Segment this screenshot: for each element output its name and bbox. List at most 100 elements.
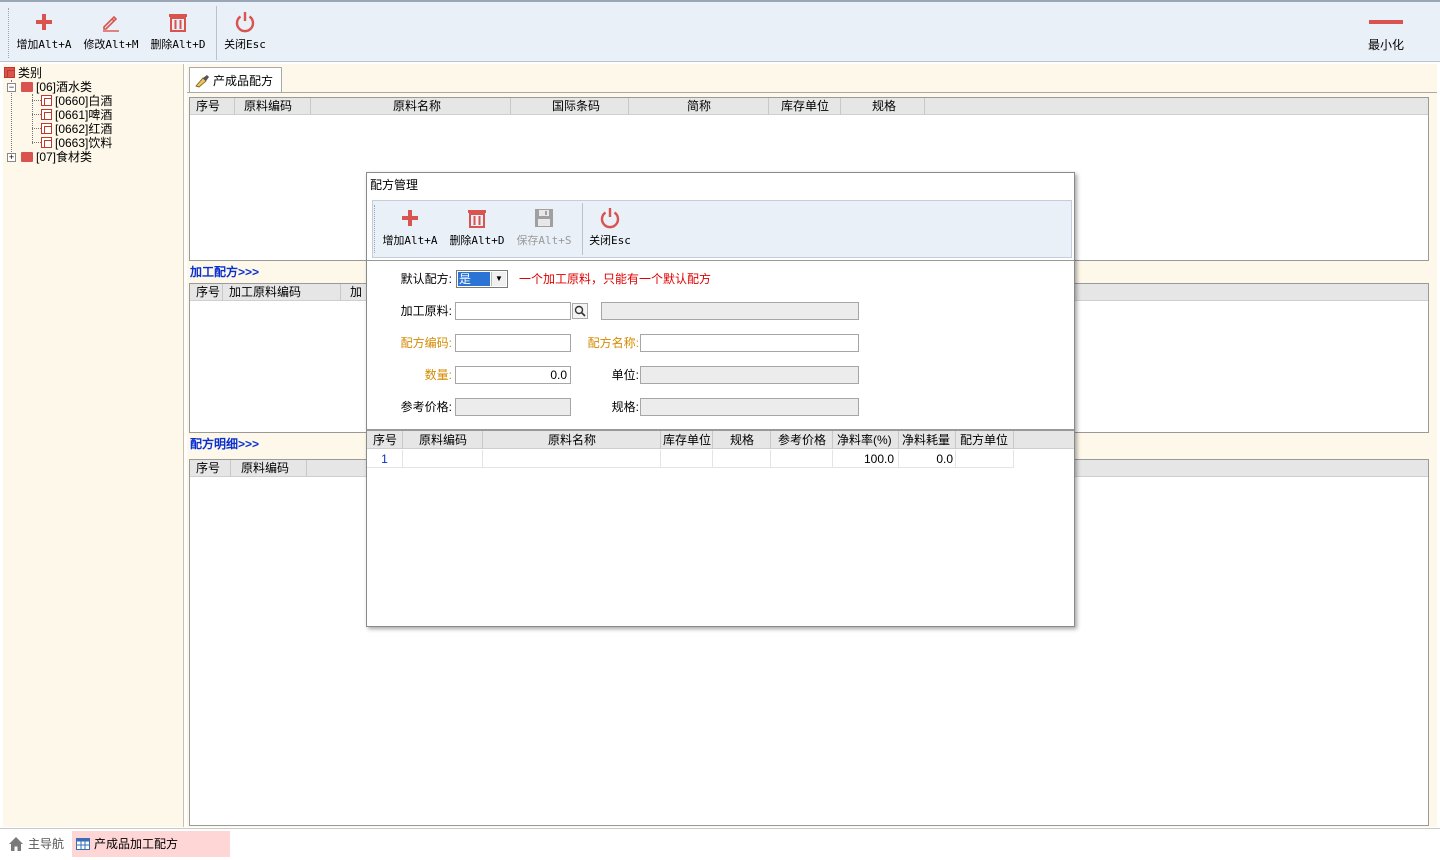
tab-product-processing-recipe[interactable]: 产成品加工配方 (72, 831, 230, 857)
column-header: 规格 (730, 433, 755, 447)
power-icon (235, 12, 255, 33)
column-separator (306, 460, 307, 477)
tree-item-0662[interactable]: [0662]红酒 (41, 122, 112, 136)
edit-button[interactable]: 修改Alt+M (81, 8, 141, 60)
grid-header: 序号 原料编码 原料名称 国际条码 简称 库存单位 规格 (190, 98, 1428, 115)
minimize-button[interactable]: 最小化 (1360, 8, 1412, 60)
recipe-code-input[interactable] (455, 334, 571, 352)
column-separator (712, 431, 713, 449)
column-separator (222, 284, 223, 301)
quantity-input[interactable]: 0.0 (455, 366, 571, 384)
column-header: 序号 (196, 461, 221, 475)
column-header: 序号 (373, 433, 398, 447)
grid-header: 序号 原料编码 原料名称 库存单位 规格 参考价格 净料率(%) 净料耗量 配方… (367, 431, 1074, 449)
column-header: 原料编码 (241, 461, 290, 475)
recipe-name-label: 配方名称: (587, 336, 639, 350)
column-header: 国际条码 (552, 99, 601, 113)
default-recipe-hint: 一个加工原料，只能有一个默认配方 (519, 272, 712, 286)
expand-toggle-07[interactable]: + (7, 153, 16, 162)
material-name-field (601, 302, 859, 320)
tree-item-0663[interactable]: [0663]饮料 (41, 136, 112, 150)
tree-item-label: [06]酒水类 (36, 80, 93, 94)
cell-recipe-unit[interactable] (956, 450, 1014, 468)
dialog-delete-button[interactable]: 删除Alt+D (447, 204, 507, 256)
tree-connector (32, 100, 41, 101)
processing-recipe-section: 加工配方>>> (190, 265, 260, 279)
subcategory-icon (41, 109, 52, 120)
dialog-close-button[interactable]: 关闭Esc (586, 204, 634, 256)
row-number: 1 (367, 450, 403, 468)
minimize-icon (1369, 20, 1403, 24)
table-icon (76, 838, 90, 850)
column-separator (234, 98, 235, 115)
dialog-save-button[interactable]: 保存Alt+S (514, 204, 574, 256)
cell-spec[interactable] (713, 450, 771, 468)
delete-button[interactable]: 删除Alt+D (148, 8, 208, 60)
dialog-title: 配方管理 (367, 173, 1074, 197)
column-separator (628, 98, 629, 115)
active-tab-label: 产成品加工配方 (94, 837, 179, 851)
recipe-ingredient-grid[interactable]: 序号 原料编码 原料名称 库存单位 规格 参考价格 净料率(%) 净料耗量 配方… (367, 429, 1074, 626)
tree-item-label: [0663]饮料 (55, 136, 113, 150)
cell-code[interactable] (403, 450, 483, 468)
cell-net-consume[interactable]: 0.0 (899, 450, 956, 468)
default-recipe-select[interactable]: 是 ▼ (456, 270, 508, 288)
tree-root[interactable]: 类别 (4, 66, 42, 80)
dialog-toolbar: 增加Alt+A 删除Alt+D 保存Alt+S 关闭Esc (372, 200, 1072, 258)
tree-item-07[interactable]: [07]食材类 (21, 150, 92, 164)
column-separator (768, 98, 769, 115)
column-header: 简称 (687, 99, 712, 113)
main-toolbar: 增加Alt+A 修改Alt+M 删除Alt+D 关闭Esc 最小化 (0, 0, 1440, 62)
tree-connector (32, 142, 41, 143)
edit-button-label: 修改Alt+M (83, 38, 139, 51)
home-tab-label: 主导航 (28, 837, 65, 851)
tab-label: 产成品配方 (213, 73, 274, 88)
tree-item-0660[interactable]: [0660]白酒 (41, 94, 112, 108)
cell-name[interactable] (483, 450, 661, 468)
column-separator (230, 460, 231, 477)
bottom-tab-bar: 主导航 产成品加工配方 (0, 828, 1440, 860)
subcategory-icon (41, 95, 52, 106)
search-icon (574, 305, 586, 317)
chevron-down-icon[interactable]: ▼ (491, 272, 506, 286)
cell-price[interactable] (771, 450, 833, 468)
column-separator (840, 98, 841, 115)
column-separator (402, 431, 403, 449)
column-header: 加 (350, 285, 363, 299)
plus-icon (36, 14, 52, 30)
spec-label: 规格: (611, 400, 639, 414)
material-code-input[interactable] (455, 302, 571, 320)
unit-label: 单位: (611, 368, 639, 382)
recipe-form: 默认配方: 是 ▼ 一个加工原料，只能有一个默认配方 加工原料: 配方编码: 配… (367, 260, 1074, 428)
tree-item-0661[interactable]: [0661]啤酒 (41, 108, 112, 122)
subcategory-icon (41, 137, 52, 148)
dialog-add-button[interactable]: 增加Alt+A (380, 204, 440, 256)
tree-item-06[interactable]: [06]酒水类 (21, 80, 92, 94)
cell-net-rate[interactable]: 100.0 (833, 450, 899, 468)
toolbar-grip (8, 8, 10, 58)
reference-price-label: 参考价格: (400, 400, 452, 414)
cell-unit[interactable] (661, 450, 713, 468)
add-button[interactable]: 增加Alt+A (14, 8, 74, 60)
brush-icon (195, 74, 209, 87)
column-header: 净料率(%) (837, 433, 892, 447)
default-recipe-value: 是 (457, 271, 491, 287)
tree-item-label: [0662]红酒 (55, 122, 113, 136)
column-separator (482, 431, 483, 449)
close-button[interactable]: 关闭Esc (221, 8, 269, 60)
recipe-detail-section: 配方明细>>> (190, 437, 260, 451)
expand-toggle-06[interactable]: − (7, 83, 16, 92)
save-icon (535, 209, 553, 227)
toolbar-separator (216, 6, 217, 60)
reference-price-field (455, 398, 571, 416)
material-search-button[interactable] (572, 303, 588, 319)
tab-home-navigation[interactable]: 主导航 (4, 831, 70, 857)
pencil-icon (103, 15, 119, 32)
column-header: 序号 (196, 285, 221, 299)
tree-item-label: [0661]啤酒 (55, 108, 113, 122)
material-label: 加工原料: (400, 304, 452, 318)
recipe-name-input[interactable] (640, 334, 859, 352)
tab-product-recipe[interactable]: 产成品配方 (189, 67, 283, 93)
tree-connector (32, 128, 41, 129)
column-header: 原料名称 (548, 433, 597, 447)
